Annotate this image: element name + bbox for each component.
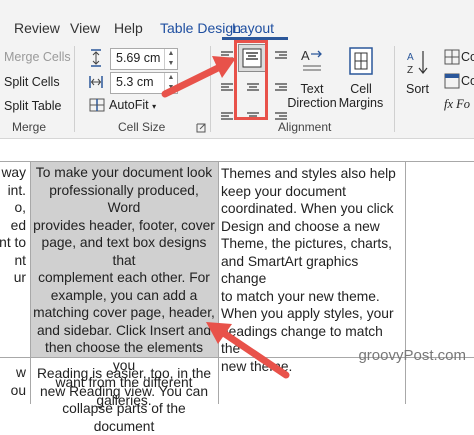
arrow-top-icon [161,56,236,98]
bottom-middle-cell-line: collapse parts of the document [62,401,186,434]
arrow-bottom-icon [206,322,290,379]
annotation-arrows [161,56,290,379]
